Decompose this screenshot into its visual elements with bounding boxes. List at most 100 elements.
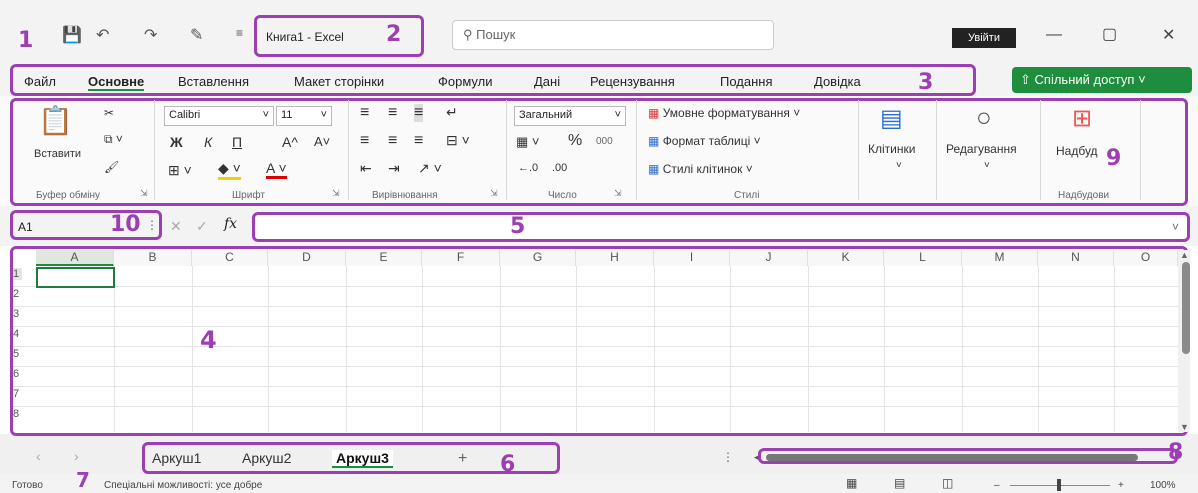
chevron-down-icon[interactable]: ˅ — [896, 160, 902, 171]
align-top-icon[interactable]: ≡ — [360, 104, 369, 122]
bold-button[interactable]: Ж — [170, 134, 183, 150]
page-break-view-icon[interactable]: ◫ — [942, 476, 953, 490]
zoom-out-button[interactable]: – — [994, 480, 1000, 491]
tab-review[interactable]: Рецензування — [590, 74, 675, 89]
login-button[interactable]: Увійти — [952, 28, 1016, 48]
active-cell[interactable] — [36, 267, 115, 288]
align-right-icon[interactable]: ≡ — [414, 132, 423, 150]
font-name-select[interactable]: Calibri ˅ — [164, 106, 274, 126]
close-icon[interactable]: ✕ — [1162, 25, 1175, 45]
addins-icon[interactable]: ⊞ — [1072, 104, 1092, 133]
next-sheet-icon[interactable]: › — [74, 448, 79, 464]
customize-qat-icon[interactable]: ≡ — [236, 26, 243, 40]
font-size-select[interactable]: 11 ˅ — [276, 106, 332, 126]
vertical-scroll-thumb[interactable] — [1182, 262, 1190, 354]
tab-formulas[interactable]: Формули — [438, 74, 493, 89]
share-button[interactable]: ⇧ Спільний доступ ˅ — [1012, 67, 1192, 93]
undo-icon[interactable]: ↶ — [96, 25, 109, 45]
search-input[interactable]: ⚲ Пошук — [452, 20, 774, 50]
scroll-up-icon[interactable]: ▲ — [1180, 250, 1189, 260]
percent-button[interactable]: % — [568, 132, 582, 150]
tab-file[interactable]: Файл — [24, 74, 56, 89]
align-bottom-icon[interactable]: ≡ — [414, 104, 424, 122]
format-table-label: Формат таблиці — [662, 134, 751, 148]
cell-styles-button[interactable]: ▦ Стилі клітинок ˅ — [648, 162, 753, 176]
fill-color-icon[interactable]: ◆ ˅ — [218, 160, 241, 180]
zoom-slider-thumb[interactable] — [1057, 479, 1061, 491]
formula-input[interactable] — [252, 212, 1190, 242]
wrap-text-icon[interactable]: ↵ — [446, 104, 458, 121]
callout-2: 2 — [386, 22, 402, 47]
italic-button[interactable]: К — [204, 134, 212, 150]
number-format-select[interactable]: Загальний ˅ — [514, 106, 626, 126]
shrink-font-button[interactable]: A˅ — [314, 134, 330, 149]
format-painter-icon[interactable]: 🖌 — [104, 160, 119, 174]
cells-button[interactable]: Клітинки — [868, 142, 915, 156]
align-center-icon[interactable]: ≡ — [388, 132, 397, 150]
dialog-launcher-icon[interactable]: ⇲ — [140, 188, 148, 199]
more-icon[interactable]: ⋮ — [146, 218, 158, 232]
tab-insert[interactable]: Вставлення — [178, 74, 249, 89]
zoom-in-button[interactable]: + — [1118, 480, 1124, 491]
save-icon[interactable]: 💾 — [62, 25, 82, 45]
separator — [154, 100, 155, 200]
font-color-icon[interactable]: A ˅ — [266, 160, 287, 179]
decrease-decimal-button[interactable]: .00 — [552, 162, 567, 174]
paste-icon[interactable]: 📋 — [38, 104, 73, 137]
minimize-icon[interactable]: — — [1046, 26, 1062, 44]
decrease-indent-icon[interactable]: ⇤ — [360, 160, 372, 177]
format-painter-qat-icon[interactable]: ✎ — [190, 25, 203, 45]
align-middle-icon[interactable]: ≡ — [388, 104, 397, 122]
addins-button[interactable]: Надбуд — [1056, 144, 1098, 158]
increase-decimal-button[interactable]: ←.0 — [518, 162, 538, 174]
conditional-formatting-button[interactable]: ▦ Умовне форматування ˅ — [648, 106, 800, 120]
insert-function-icon[interactable]: fx — [224, 216, 237, 232]
maximize-icon[interactable]: ▢ — [1102, 24, 1117, 44]
zoom-level[interactable]: 100% — [1150, 480, 1176, 491]
accessibility-status[interactable]: Спеціальні можливості: усе добре — [104, 480, 262, 491]
separator — [348, 100, 349, 200]
chevron-down-icon[interactable]: ˅ — [1172, 220, 1179, 234]
tab-view[interactable]: Подання — [720, 74, 773, 89]
cut-icon[interactable]: ✂ — [104, 106, 114, 120]
tab-page-layout[interactable]: Макет сторінки — [294, 74, 384, 89]
cells-icon[interactable]: ▤ — [880, 104, 903, 133]
increase-indent-icon[interactable]: ⇥ — [388, 160, 400, 177]
dialog-launcher-icon[interactable]: ⇲ — [614, 188, 622, 199]
tab-help[interactable]: Довідка — [814, 74, 861, 89]
search-magnifier-icon[interactable]: ○ — [976, 102, 992, 133]
copy-icon[interactable]: ⧉ ˅ — [104, 132, 123, 147]
sheet-tab[interactable]: Аркуш2 — [242, 450, 291, 466]
merge-center-icon[interactable]: ⊟ ˅ — [446, 132, 470, 149]
separator — [858, 100, 859, 200]
paste-button[interactable]: Вставити — [34, 148, 81, 160]
align-left-icon[interactable]: ≡ — [360, 132, 369, 150]
borders-icon[interactable]: ⊞ ˅ — [168, 162, 192, 179]
dialog-launcher-icon[interactable]: ⇲ — [332, 188, 340, 199]
grow-font-button[interactable]: A^ — [282, 134, 298, 150]
grid-highlight — [10, 246, 1188, 436]
page-layout-view-icon[interactable]: ▤ — [894, 476, 905, 490]
enter-icon[interactable]: ✓ — [196, 218, 208, 235]
separator — [1140, 100, 1141, 200]
scroll-down-icon[interactable]: ▼ — [1180, 422, 1189, 432]
sheet-tab[interactable]: Аркуш1 — [152, 450, 201, 466]
orientation-icon[interactable]: ↗ ˅ — [418, 160, 442, 177]
editing-button[interactable]: Редагування — [946, 142, 1017, 156]
prev-sheet-icon[interactable]: ‹ — [36, 448, 41, 464]
currency-icon[interactable]: ▦ ˅ — [516, 134, 540, 150]
tab-home[interactable]: Основне — [88, 74, 145, 91]
redo-icon[interactable]: ↷ — [144, 25, 157, 45]
format-as-table-button[interactable]: ▦ Формат таблиці ˅ — [648, 134, 761, 148]
more-options-icon[interactable]: ⋮ — [722, 450, 734, 464]
chevron-down-icon[interactable]: ˅ — [984, 160, 990, 171]
tab-data[interactable]: Дані — [534, 74, 560, 89]
normal-view-icon[interactable]: ▦ — [846, 476, 857, 490]
name-box[interactable]: A1 — [18, 220, 33, 234]
thousands-button[interactable]: 000 — [596, 136, 613, 147]
sheet-tab-active[interactable]: Аркуш3 — [332, 450, 393, 468]
cancel-icon[interactable]: ✕ — [170, 218, 182, 235]
add-sheet-button[interactable]: + — [458, 450, 467, 468]
dialog-launcher-icon[interactable]: ⇲ — [490, 188, 498, 199]
underline-button[interactable]: П — [232, 134, 242, 150]
